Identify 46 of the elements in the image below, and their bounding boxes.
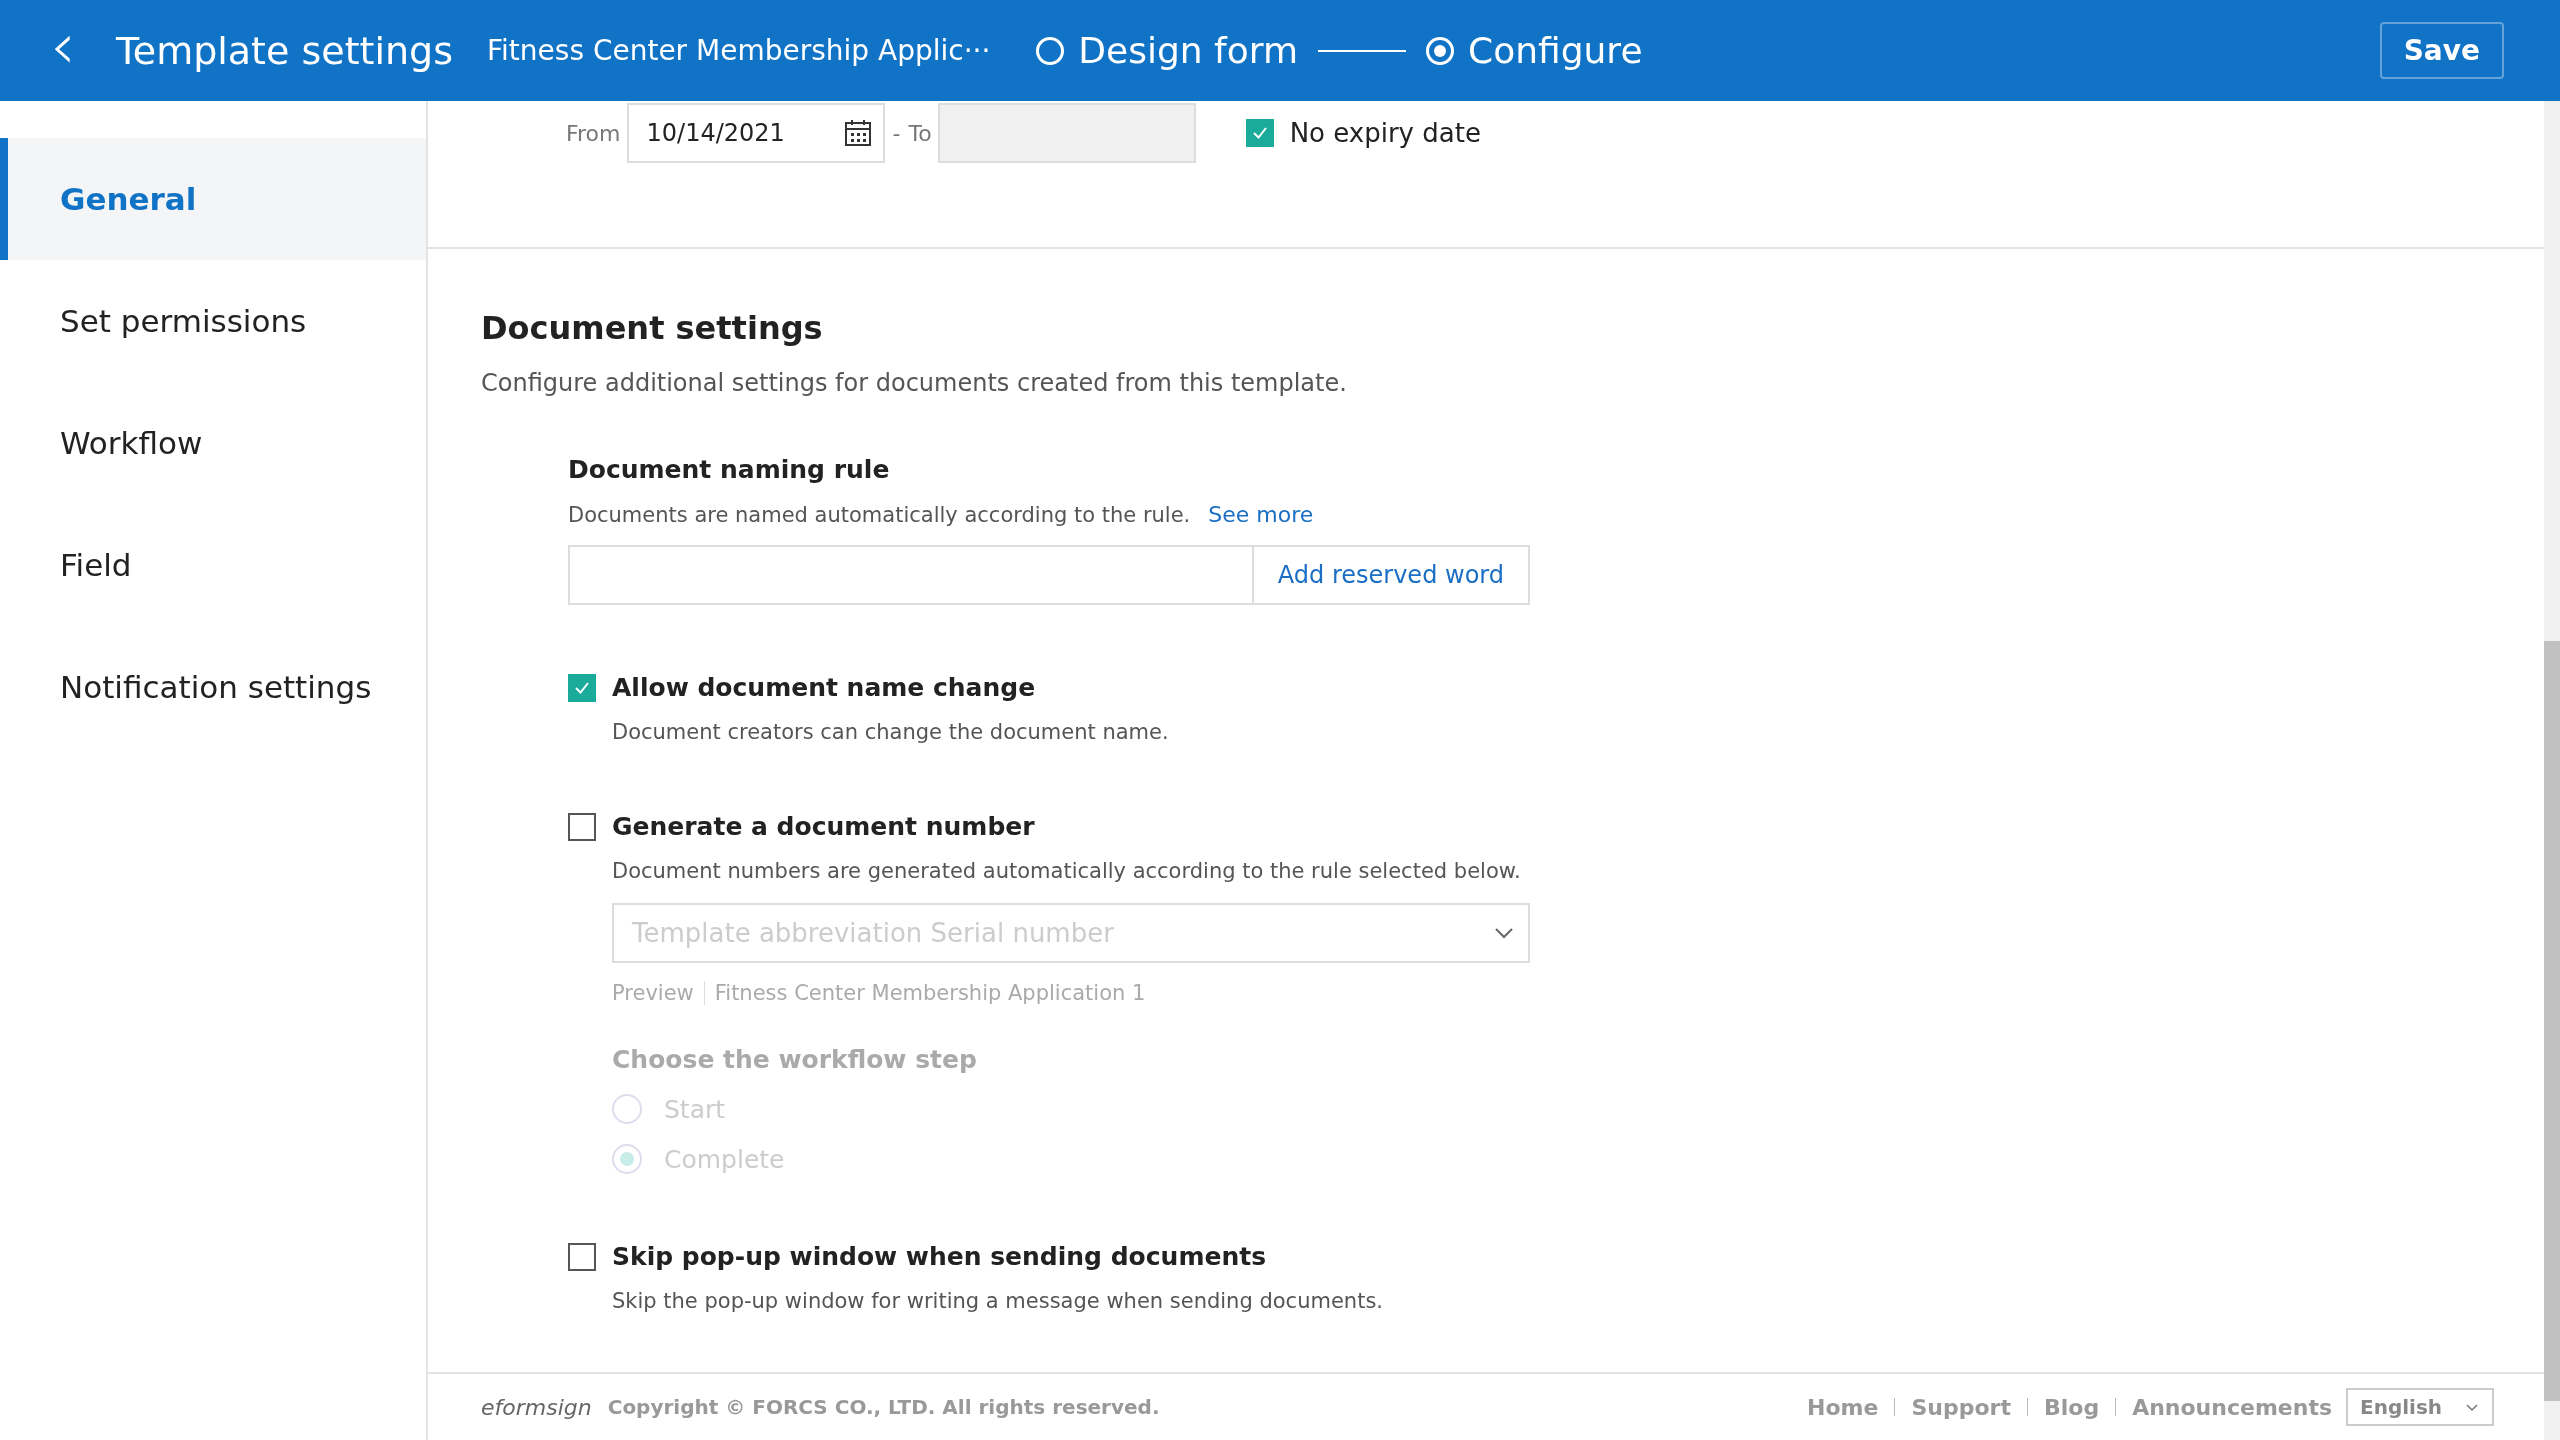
option-description: Document numbers are generated automatically according to the rule selected below. — [612, 859, 1522, 883]
date-field[interactable]: 10/14/2021 — [626, 103, 885, 163]
language-select[interactable]: English — [2346, 1388, 2494, 1426]
footer-link[interactable]: Support — [1911, 1394, 2011, 1420]
footer-link[interactable]: Home — [1807, 1394, 1879, 1420]
to-label: To — [908, 120, 932, 146]
copyright-text: Copyright © FORCS CO., LTD. All rights reserved. — [607, 1395, 1160, 1419]
add-reserved-word-button[interactable]: Add reserved word — [1253, 545, 1530, 605]
scrollbar-thumb[interactable] — [2544, 641, 2560, 1401]
checkbox[interactable] — [568, 1242, 596, 1271]
eformsign-logo: eformsign — [481, 1394, 592, 1420]
back-button[interactable]: ‹ — [50, 13, 90, 88]
section-title: Document settings — [481, 309, 824, 347]
page-title: Template settings — [116, 28, 453, 73]
checkbox[interactable] — [568, 673, 596, 702]
sidebar-item[interactable]: Notification settings — [0, 626, 426, 748]
rule-description: Documents are named automatically according to the rule. — [568, 502, 1191, 527]
from-label: From — [566, 120, 621, 146]
calendar-icon[interactable] — [842, 118, 873, 148]
sidebar-item[interactable]: Workflow — [0, 382, 426, 504]
footer-link[interactable]: Announcements — [2132, 1394, 2332, 1420]
option-label: Generate a document number — [612, 812, 1035, 841]
sidebar-item[interactable]: Field — [0, 504, 426, 626]
sidebar-item[interactable]: Set permissions — [0, 260, 426, 382]
footer-link[interactable]: Blog — [2043, 1394, 2100, 1420]
preview-value: Fitness Center Membership Application 1 — [714, 981, 1146, 1005]
workflow-step-title: Choose the workflow step — [612, 1045, 978, 1074]
step-label: Configure — [1468, 30, 1643, 71]
option-description: Document creators can change the document name. — [612, 720, 1170, 744]
sidebar-item[interactable]: General — [0, 138, 426, 260]
option-description: Skip the pop-up window for writing a message when sending documents. — [612, 1289, 1384, 1313]
scrollbar[interactable] — [2544, 101, 2560, 1440]
save-button[interactable]: Save — [2379, 22, 2504, 79]
see-more-link[interactable]: See more — [1208, 502, 1314, 527]
option-label: Allow document name change — [612, 673, 1036, 702]
dash-separator: - — [892, 120, 901, 146]
checkbox-label: No expiry date — [1289, 118, 1481, 148]
subsection-title: Document naming rule — [568, 455, 891, 484]
section-description: Configure additional settings for documents created from this template. — [481, 369, 1348, 397]
step-label: Design form — [1078, 30, 1299, 71]
preview-label: Preview — [612, 981, 705, 1005]
naming-rule-input[interactable] — [568, 545, 1254, 605]
option-label: Skip pop-up window when sending documents — [612, 1242, 1267, 1271]
document-name: Fitness Center Membership Applic··· — [487, 34, 991, 67]
checkbox[interactable] — [568, 812, 596, 841]
checkbox[interactable] — [1245, 119, 1274, 147]
